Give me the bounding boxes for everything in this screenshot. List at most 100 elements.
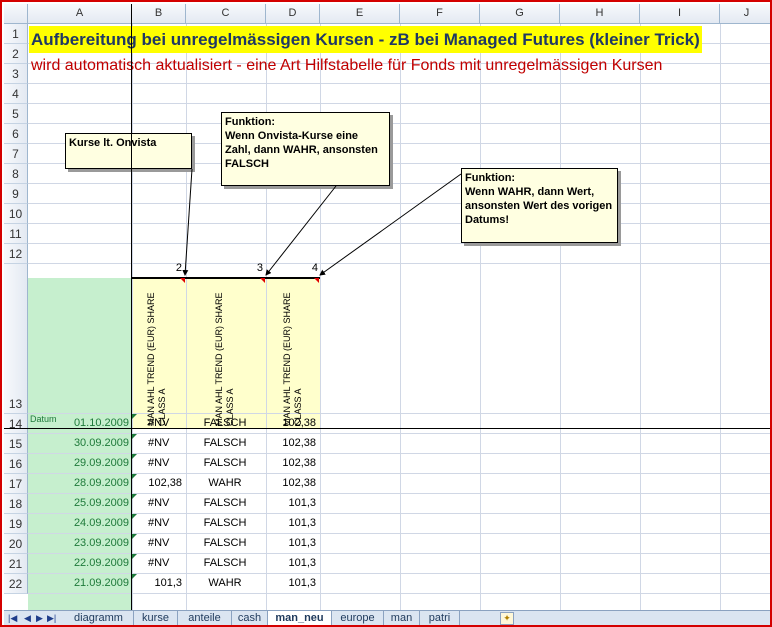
cell-d12[interactable]: 4 — [266, 262, 320, 274]
row-header-7[interactable]: 7 — [4, 144, 28, 164]
cell-date[interactable]: 30.09.2009 — [28, 437, 131, 449]
row-gridline — [28, 513, 770, 514]
sheet-tab-cash[interactable]: cash — [232, 611, 268, 625]
cell-flag[interactable]: FALSCH — [186, 517, 266, 529]
row-header-2[interactable]: 2 — [4, 44, 28, 64]
row-header-6[interactable]: 6 — [4, 124, 28, 144]
cell-c13[interactable]: MAN AHL TREND (EUR) SHARE CLASS A — [212, 280, 248, 428]
cell-date[interactable]: 25.09.2009 — [28, 497, 131, 509]
sheet-tab-man[interactable]: man — [384, 611, 420, 625]
cell-wert[interactable]: 101,3 — [266, 577, 318, 589]
comment-marker-b12 — [180, 278, 185, 283]
comment-kurse[interactable]: Kurse lt. Onvista — [65, 133, 192, 169]
sheet-tab-kurse[interactable]: kurse — [134, 611, 178, 625]
cell-date[interactable]: 22.09.2009 — [28, 557, 131, 569]
column-header-h[interactable]: H — [560, 4, 640, 24]
sheet-tab-anteile[interactable]: anteile — [178, 611, 232, 625]
cell-kurs[interactable]: #NV — [148, 437, 188, 449]
row-gridline — [28, 493, 770, 494]
new-sheet-icon[interactable]: ✦ — [500, 612, 514, 625]
last-sheet-icon[interactable]: ▶| — [47, 613, 56, 624]
cell-kurs[interactable]: #NV — [148, 537, 188, 549]
sheet-tab-europe[interactable]: europe — [332, 611, 384, 625]
cell-b13[interactable]: MAN AHL TREND (EUR) SHARE CLASS A — [144, 280, 180, 428]
row-gridline — [28, 473, 770, 474]
cell-flag[interactable]: FALSCH — [186, 557, 266, 569]
cell-date[interactable]: 21.09.2009 — [28, 577, 131, 589]
row-header-15[interactable]: 15 — [4, 434, 28, 454]
cell-date[interactable]: 24.09.2009 — [28, 517, 131, 529]
freeze-pane-vertical — [131, 4, 132, 610]
column-header-b[interactable]: B — [132, 4, 186, 24]
cell-kurs[interactable]: #NV — [148, 557, 188, 569]
spreadsheet-window: ABCDEFGHIJ 1 2 3 4 5 6 7 8 9 10 11 12 13 14 15 16 17 18 19… — [0, 0, 772, 627]
cell-c12[interactable]: 3 — [186, 262, 265, 274]
cell-kurs[interactable]: 102,38 — [132, 477, 184, 489]
column-gridline — [720, 24, 721, 610]
cell-wert[interactable]: 102,38 — [266, 477, 318, 489]
column-header-d[interactable]: D — [266, 4, 320, 24]
next-sheet-icon[interactable]: ▶ — [36, 613, 43, 624]
row-header-8[interactable]: 8 — [4, 164, 28, 184]
error-indicator-icon — [132, 414, 137, 419]
cell-flag[interactable]: FALSCH — [186, 457, 266, 469]
prev-sheet-icon[interactable]: ◀ — [24, 613, 31, 624]
cell-date[interactable]: 28.09.2009 — [28, 477, 131, 489]
cell-flag[interactable]: WAHR — [186, 477, 266, 489]
cell-wert[interactable]: 102,38 — [266, 457, 318, 469]
row-header-11[interactable]: 11 — [4, 224, 28, 244]
row-header-17[interactable]: 17 — [4, 474, 28, 494]
cell-kurs[interactable]: #NV — [148, 457, 188, 469]
column-header-g[interactable]: G — [480, 4, 560, 24]
row-header-12[interactable]: 12 — [4, 244, 28, 264]
row-header-3[interactable]: 3 — [4, 64, 28, 84]
cell-wert[interactable]: 102,38 — [266, 437, 318, 449]
cell-flag[interactable]: FALSCH — [186, 497, 266, 509]
row-header-10[interactable]: 10 — [4, 204, 28, 224]
sheet-title[interactable]: Aufbereitung bei unregelmässigen Kursen … — [29, 26, 702, 53]
column-header-j[interactable]: J — [720, 4, 770, 24]
comment-funktion-1[interactable]: Funktion: Wenn Onvista-Kurse eine Zahl, … — [221, 112, 390, 186]
row-header-4[interactable]: 4 — [4, 84, 28, 104]
cell-wert[interactable]: 101,3 — [266, 517, 318, 529]
cell-date[interactable]: 29.09.2009 — [28, 457, 131, 469]
sheet-tab-diagramm[interactable]: diagramm — [64, 611, 134, 625]
row-header-18[interactable]: 18 — [4, 494, 28, 514]
row-gridline — [28, 223, 770, 224]
column-header-c[interactable]: C — [186, 4, 266, 24]
cell-flag[interactable]: FALSCH — [186, 437, 266, 449]
error-indicator-icon — [132, 454, 137, 459]
row-header-21[interactable]: 21 — [4, 554, 28, 574]
cell-kurs[interactable]: #NV — [148, 517, 188, 529]
cell-date[interactable]: 23.09.2009 — [28, 537, 131, 549]
cell-kurs[interactable]: 101,3 — [132, 577, 184, 589]
row-gridline — [28, 243, 770, 244]
cell-kurs[interactable]: #NV — [148, 497, 188, 509]
first-sheet-icon[interactable]: |◀ — [8, 613, 17, 624]
row-header-16[interactable]: 16 — [4, 454, 28, 474]
row-header-14[interactable]: 14 — [4, 414, 28, 434]
column-header-f[interactable]: F — [400, 4, 480, 24]
cell-b12[interactable]: 2 — [132, 262, 184, 274]
cell-wert[interactable]: 101,3 — [266, 537, 318, 549]
column-header-i[interactable]: I — [640, 4, 720, 24]
comment-funktion-2[interactable]: Funktion: Wenn WAHR, dann Wert, ansonste… — [461, 168, 618, 243]
cell-d13[interactable]: MAN AHL TREND (EUR) SHARE CLASS A — [280, 280, 316, 428]
row-header-9[interactable]: 9 — [4, 184, 28, 204]
sheet-tab-man-neu[interactable]: man_neu — [268, 611, 332, 625]
row-header-19[interactable]: 19 — [4, 514, 28, 534]
cell-wert[interactable]: 101,3 — [266, 497, 318, 509]
sheet-subtitle[interactable]: wird automatisch aktualisiert - eine Art… — [31, 56, 662, 76]
select-all-corner[interactable] — [4, 4, 28, 24]
cell-flag[interactable]: WAHR — [186, 577, 266, 589]
row-header-1[interactable]: 1 — [4, 24, 28, 44]
row-header-22[interactable]: 22 — [4, 574, 28, 594]
cell-wert[interactable]: 101,3 — [266, 557, 318, 569]
sheet-tab-patri[interactable]: patri — [420, 611, 460, 625]
cell-flag[interactable]: FALSCH — [186, 537, 266, 549]
column-header-a[interactable]: A — [28, 4, 132, 24]
row-header-13[interactable]: 13 — [4, 264, 28, 414]
column-header-e[interactable]: E — [320, 4, 400, 24]
row-header-20[interactable]: 20 — [4, 534, 28, 554]
row-header-5[interactable]: 5 — [4, 104, 28, 124]
